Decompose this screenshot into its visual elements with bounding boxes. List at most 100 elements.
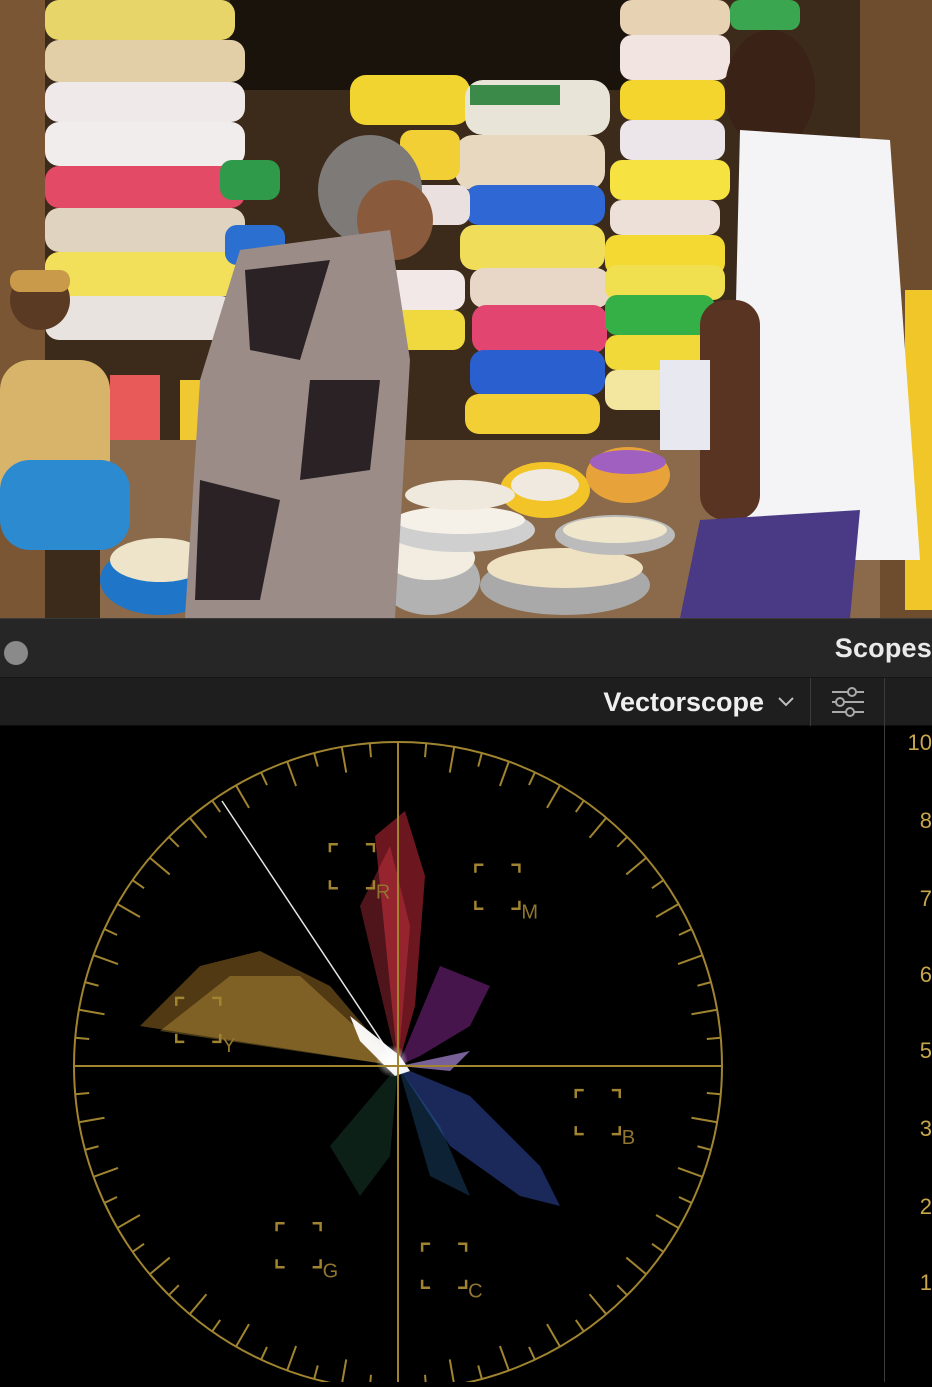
- scale-label: 3: [919, 1116, 932, 1141]
- target-box-g: [312, 1259, 322, 1269]
- target-box-g: [275, 1222, 285, 1232]
- target-box-b: [574, 1126, 584, 1136]
- vectorscope-tick: [424, 1374, 428, 1387]
- vectorscope-trace: [140, 800, 560, 1206]
- vectorscope-tick: [168, 836, 180, 848]
- vectorscope-tick: [691, 1008, 718, 1016]
- scale-label: 2: [919, 1194, 932, 1219]
- target-box-c: [458, 1242, 468, 1252]
- target-box-c: [458, 1279, 468, 1289]
- target-label-b: B: [622, 1127, 635, 1149]
- vectorscope-tick: [498, 1345, 510, 1371]
- scope-settings-button[interactable]: [826, 682, 870, 722]
- scopes-toolbar: Vectorscope: [0, 678, 932, 726]
- vectorscope-tick: [149, 1256, 171, 1276]
- video-preview: [0, 0, 932, 618]
- vectorscope-tick: [616, 1284, 628, 1296]
- vectorscope-tick: [93, 954, 119, 966]
- vectorscope-tick: [103, 928, 118, 936]
- target-box-r: [365, 843, 376, 853]
- target-box-c: [420, 1279, 431, 1289]
- target-box-b: [611, 1126, 621, 1136]
- vectorscope-tick: [78, 1008, 105, 1016]
- target-box-m: [474, 900, 484, 910]
- target-box-g: [312, 1222, 322, 1232]
- vectorscope-tick: [211, 800, 222, 813]
- toolbar-divider: [810, 678, 811, 726]
- target-box-m: [511, 900, 521, 910]
- vectorscope-tick: [78, 1116, 105, 1124]
- target-label-r: R: [376, 881, 390, 903]
- vectorscope-display: R M Y B G C: [0, 726, 884, 1387]
- target-box-b: [611, 1088, 621, 1099]
- vectorscope-tick: [677, 954, 703, 966]
- vectorscope-tick: [651, 879, 664, 890]
- target-box-r: [365, 880, 376, 890]
- vectorscope-tick: [678, 928, 693, 936]
- vectorscope-tick: [546, 1323, 561, 1348]
- vectorscope-tick: [706, 1092, 721, 1096]
- scale-label: 7: [919, 886, 932, 911]
- vectorscope-tick: [368, 743, 372, 758]
- vectorscope-tick: [697, 981, 712, 987]
- vectorscope-tick: [588, 817, 608, 839]
- target-label-m: M: [521, 902, 538, 924]
- vectorscope-tick: [188, 1293, 208, 1315]
- vectorscope-tick: [448, 746, 456, 773]
- vectorscope-tick: [546, 784, 561, 809]
- vectorscope-tick: [103, 1196, 118, 1204]
- scope-type-dropdown[interactable]: Vectorscope: [603, 686, 796, 718]
- scale-label: 8: [919, 808, 932, 833]
- target-box-g: [275, 1259, 285, 1269]
- toolbar-divider: [884, 678, 885, 726]
- vectorscope-tick: [574, 1319, 585, 1332]
- target-label-y: Y: [222, 1035, 235, 1057]
- scale-label: 10: [907, 730, 932, 755]
- target-box-r: [328, 880, 338, 890]
- target-label-c: C: [468, 1281, 482, 1303]
- vectorscope-tick: [93, 1166, 119, 1178]
- target-box-b: [574, 1088, 584, 1099]
- vectorscope-tick: [149, 856, 171, 876]
- target-box-m: [511, 863, 521, 873]
- vectorscope-tick: [691, 1116, 718, 1124]
- circle-dot-icon[interactable]: [4, 641, 28, 665]
- vectorscope-tick: [116, 1214, 141, 1229]
- vectorscope-tick: [132, 879, 145, 890]
- vectorscope-tick: [706, 1036, 721, 1040]
- vectorscope-tick: [651, 1242, 664, 1253]
- vectorscope-tick: [235, 1323, 250, 1348]
- vectorscope-tick: [132, 1242, 145, 1253]
- scopes-panel-header: Scopes: [0, 618, 932, 678]
- vectorscope-tick: [424, 743, 428, 758]
- vectorscope-tick: [528, 771, 536, 786]
- vectorscope-tick: [625, 856, 647, 876]
- vectorscope-tick: [235, 784, 250, 809]
- vectorscope-tick: [677, 1166, 703, 1178]
- vectorscope-tick: [313, 1365, 319, 1380]
- vectorscope-tick: [286, 1345, 298, 1371]
- vectorscope-tick: [313, 752, 319, 767]
- vectorscope-tick: [588, 1293, 608, 1315]
- vectorscope-tick: [498, 761, 510, 787]
- vectorscope-tick: [625, 1256, 647, 1276]
- sliders-settings-icon: [832, 687, 864, 717]
- target-box-y: [175, 1033, 185, 1044]
- vectorscope-tick: [260, 771, 268, 786]
- vectorscope-tick: [655, 903, 680, 918]
- vectorscope-tick: [340, 746, 348, 773]
- scale-label: 5: [919, 1038, 932, 1063]
- vectorscope-tick: [75, 1092, 90, 1096]
- vectorscope-tick: [286, 761, 298, 787]
- vectorscope-tick: [477, 752, 483, 767]
- vectorscope-tick: [477, 1365, 483, 1380]
- vectorscope-tick: [678, 1196, 693, 1204]
- scopes-title: Scopes: [834, 633, 932, 663]
- chevron-down-icon: [778, 697, 794, 707]
- target-box-c: [420, 1242, 431, 1252]
- scale-label: 6: [919, 962, 932, 987]
- vectorscope-tick: [260, 1346, 268, 1361]
- target-label-g: G: [323, 1260, 339, 1282]
- vectorscope-tick: [168, 1284, 180, 1296]
- target-box-r: [328, 843, 338, 853]
